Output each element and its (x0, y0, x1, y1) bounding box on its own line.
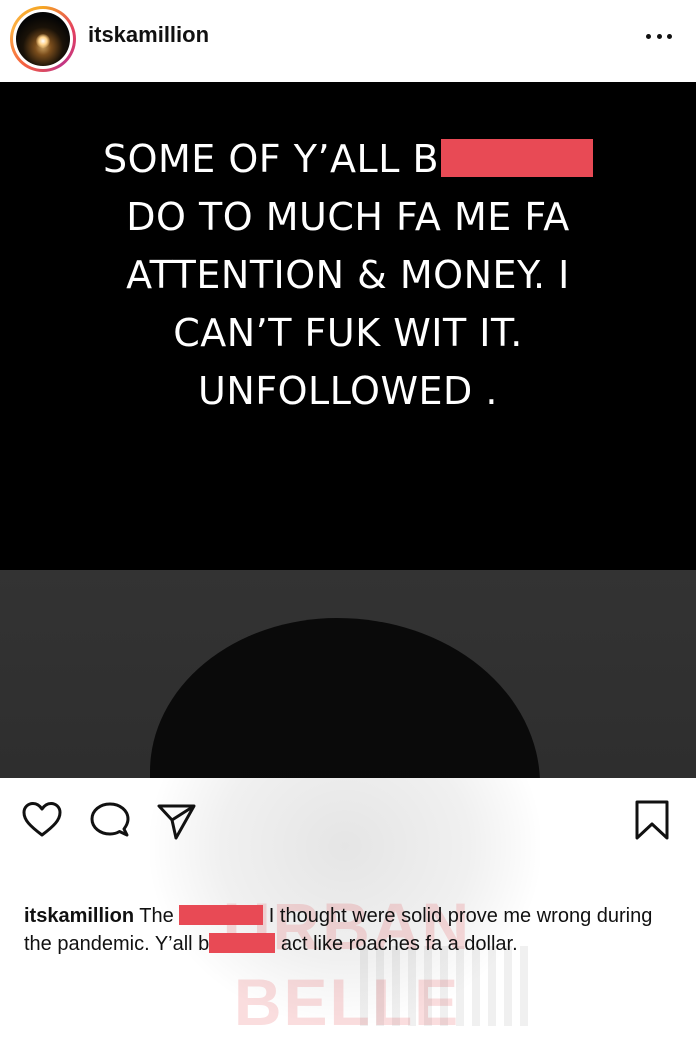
caption-text-1: The (134, 905, 180, 927)
redaction-bar (441, 139, 594, 177)
watermark-hair (150, 618, 540, 778)
caption-username[interactable]: itskamillion (24, 905, 134, 927)
post-caption: itskamillion The I thought were solid pr… (24, 902, 674, 958)
more-dot (667, 33, 672, 39)
heart-icon[interactable] (20, 798, 64, 842)
header-username[interactable]: itskamillion (88, 22, 209, 48)
avatar[interactable] (10, 6, 76, 72)
caption-redaction-2 (209, 933, 276, 953)
caption-text-3: act like roaches fa a dollar. (275, 933, 518, 955)
bookmark-icon[interactable] (630, 798, 674, 842)
action-bar (0, 790, 696, 850)
post-line-1: SOME OF Y’ALL B (60, 130, 636, 188)
comment-icon[interactable] (88, 798, 132, 842)
avatar-border (13, 9, 73, 69)
watermark-building (360, 946, 530, 1026)
more-options-icon[interactable] (646, 32, 672, 40)
post-header: itskamillion (0, 0, 696, 80)
post-line-1-text: SOME OF Y’ALL B (102, 137, 440, 181)
more-dot (656, 33, 662, 39)
post-line-4: CAN’T FUK WIT IT. (173, 311, 523, 355)
post-text: SOME OF Y’ALL B DO TO MUCH FA ME FA ATTE… (60, 130, 636, 420)
caption-redaction-1 (179, 905, 264, 925)
share-icon[interactable] (154, 798, 198, 842)
avatar-image (16, 12, 70, 66)
avatar-glow (36, 34, 50, 48)
post-line-2: DO TO MUCH FA ME FA (126, 195, 570, 239)
more-dot (646, 33, 651, 39)
watermark-background (0, 570, 696, 778)
post-line-3: ATTENTION & MONEY. I (126, 253, 570, 297)
post-line-5: UNFOLLOWED . (198, 369, 498, 413)
